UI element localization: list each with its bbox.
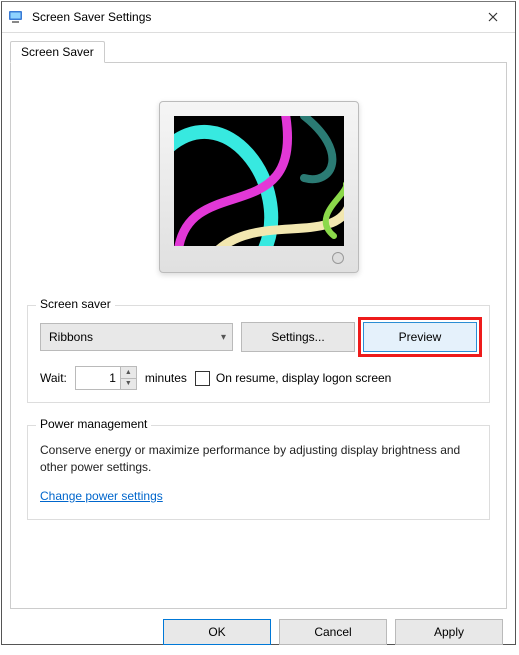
apply-button[interactable]: Apply — [395, 619, 503, 645]
wait-step-down[interactable]: ▼ — [121, 379, 136, 390]
wait-units: minutes — [145, 371, 187, 385]
wait-label: Wait: — [40, 371, 67, 385]
app-icon — [8, 9, 24, 25]
cancel-button[interactable]: Cancel — [279, 619, 387, 645]
ok-button[interactable]: OK — [163, 619, 271, 645]
settings-button[interactable]: Settings... — [241, 322, 355, 352]
screensaver-select-value: Ribbons — [49, 330, 93, 344]
tab-area: Screen Saver — [2, 33, 515, 609]
preview-button-highlight: Preview — [358, 317, 482, 357]
tab-screensaver[interactable]: Screen Saver — [10, 41, 105, 63]
resume-checkbox[interactable]: On resume, display logon screen — [195, 371, 391, 386]
checkbox-box — [195, 371, 210, 386]
screensaver-select[interactable]: Ribbons ▾ — [40, 323, 233, 351]
dialog-buttons: OK Cancel Apply — [2, 609, 515, 655]
resume-checkbox-label: On resume, display logon screen — [216, 371, 391, 385]
screensaver-group: Screen saver Ribbons ▾ Settings... Previ… — [27, 305, 490, 403]
chevron-down-icon: ▾ — [221, 332, 226, 343]
window: Screen Saver Settings Screen Saver — [1, 1, 516, 645]
wait-input[interactable] — [76, 367, 120, 389]
close-button[interactable] — [470, 2, 515, 32]
power-group-label: Power management — [36, 417, 151, 431]
screensaver-preview-monitor — [27, 77, 490, 297]
change-power-settings-link[interactable]: Change power settings — [40, 489, 163, 503]
window-title: Screen Saver Settings — [32, 10, 470, 24]
wait-step-up[interactable]: ▲ — [121, 367, 136, 379]
wait-spinner[interactable]: ▲ ▼ — [75, 366, 137, 390]
power-group: Power management Conserve energy or maxi… — [27, 425, 490, 520]
preview-button[interactable]: Preview — [363, 322, 477, 352]
power-description: Conserve energy or maximize performance … — [40, 442, 477, 477]
screensaver-group-label: Screen saver — [36, 297, 115, 311]
titlebar: Screen Saver Settings — [2, 2, 515, 33]
